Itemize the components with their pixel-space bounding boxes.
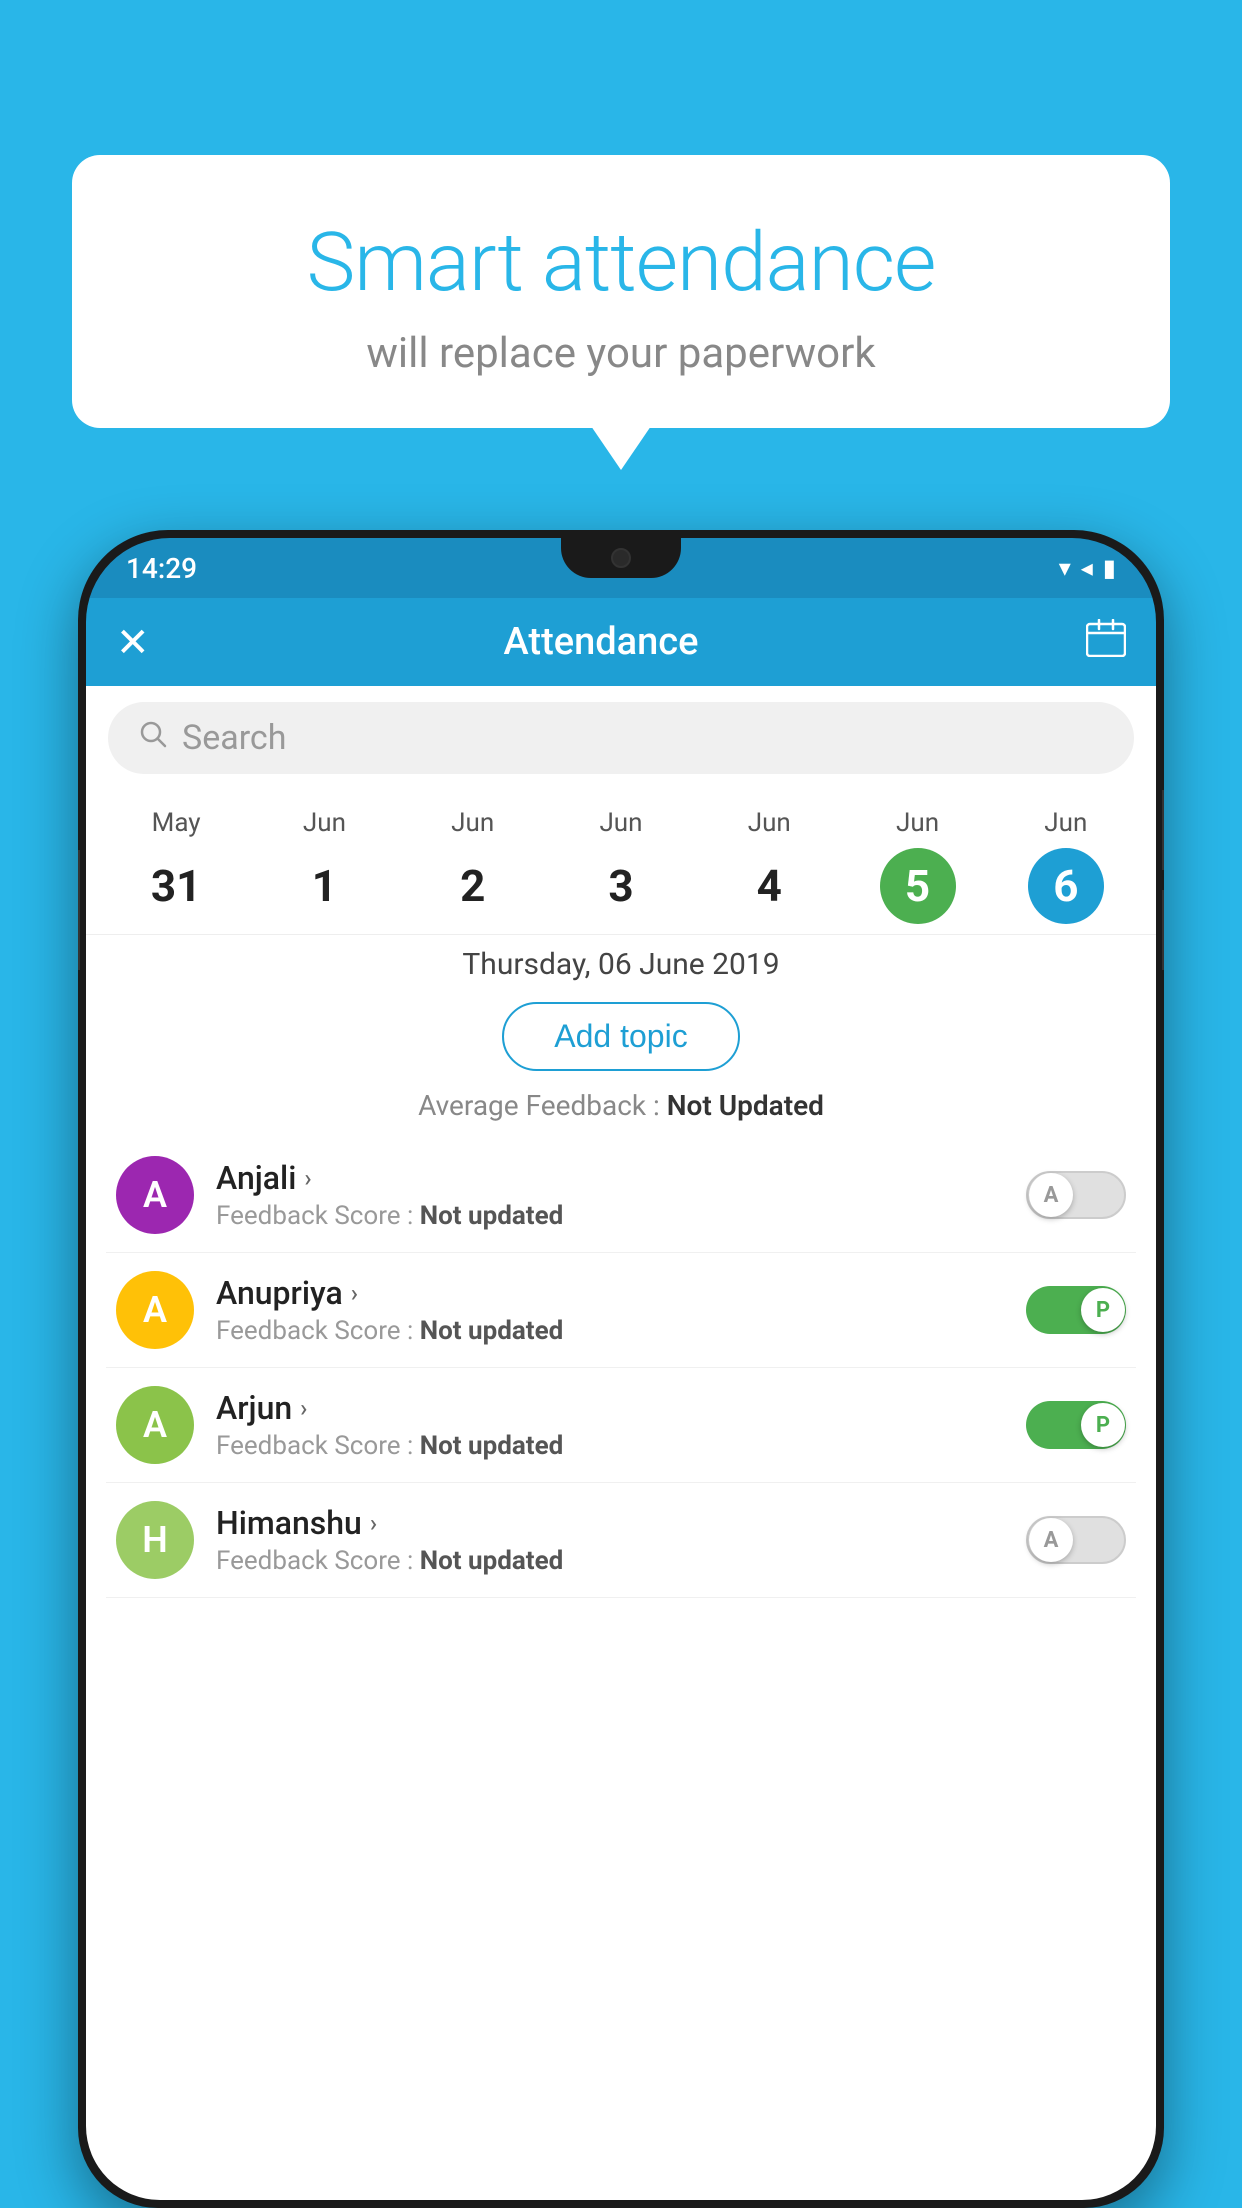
- date-col[interactable]: Jun 5: [880, 808, 956, 924]
- student-list: AAnjali ›Feedback Score : Not updatedAAA…: [86, 1138, 1156, 1598]
- day-number[interactable]: 5: [880, 848, 956, 924]
- month-label: May: [152, 808, 201, 838]
- signal-icon: ◂: [1081, 554, 1093, 582]
- toggle-knob: P: [1081, 1288, 1125, 1332]
- student-item[interactable]: AAnjali ›Feedback Score : Not updatedA: [106, 1138, 1136, 1253]
- feedback-score: Feedback Score : Not updated: [216, 1431, 1026, 1461]
- search-bar[interactable]: Search: [108, 702, 1134, 774]
- app-bar: ✕ Attendance: [86, 598, 1156, 686]
- wifi-icon: ▾: [1059, 554, 1071, 582]
- bubble-title: Smart attendance: [122, 215, 1120, 311]
- attendance-toggle[interactable]: P: [1026, 1401, 1126, 1449]
- phone-inner: 14:29 ▾ ◂ ▮ ✕ Attendance: [86, 538, 1156, 2200]
- side-button-left: [78, 850, 80, 970]
- day-number[interactable]: 1: [286, 848, 362, 924]
- feedback-value: Not updated: [420, 1201, 564, 1231]
- add-topic-button[interactable]: Add topic: [502, 1002, 739, 1071]
- screen-content: Search May 31 Jun 1 Jun 2 Jun 3 Jun 4 Jun 5 Jun 6 Thu…: [86, 686, 1156, 2200]
- feedback-score: Feedback Score : Not updated: [216, 1546, 1026, 1576]
- student-item[interactable]: A Arjun › Feedback Score : Not updated P: [106, 1368, 1136, 1483]
- status-time: 14:29: [126, 552, 197, 585]
- student-item[interactable]: H Himanshu › Feedback Score : Not updatedA: [106, 1483, 1136, 1598]
- feedback-value: Not updated: [420, 1546, 564, 1576]
- phone-frame: 14:29 ▾ ◂ ▮ ✕ Attendance: [78, 530, 1164, 2208]
- search-icon: [138, 719, 168, 757]
- side-button-right-top: [1162, 790, 1164, 870]
- student-name: Himanshu ›: [216, 1504, 1026, 1542]
- chevron-icon: ›: [304, 1164, 311, 1192]
- attendance-toggle[interactable]: A: [1026, 1516, 1126, 1564]
- chevron-icon: ›: [370, 1509, 377, 1537]
- attendance-toggle[interactable]: P: [1026, 1286, 1126, 1334]
- student-avatar: H: [116, 1501, 194, 1579]
- date-col[interactable]: Jun 2: [435, 808, 511, 924]
- calendar-strip: May 31 Jun 1 Jun 2 Jun 3 Jun 4 Jun 5 Jun 6: [86, 790, 1156, 934]
- student-avatar: A: [116, 1271, 194, 1349]
- student-name: Anupriya ›: [216, 1274, 1026, 1312]
- student-info: Anjali › Feedback Score : Not updated: [216, 1159, 1026, 1231]
- toggle-knob: P: [1081, 1403, 1125, 1447]
- attendance-toggle[interactable]: A: [1026, 1171, 1126, 1219]
- avg-feedback-value: Not Updated: [667, 1089, 824, 1122]
- date-col[interactable]: Jun 4: [731, 808, 807, 924]
- day-number[interactable]: 31: [138, 848, 214, 924]
- month-label: Jun: [599, 808, 642, 838]
- date-col[interactable]: May 31: [138, 808, 214, 924]
- day-number[interactable]: 2: [435, 848, 511, 924]
- speech-bubble: Smart attendance will replace your paper…: [72, 155, 1170, 428]
- search-input[interactable]: Search: [182, 718, 286, 758]
- chevron-icon: ›: [351, 1279, 358, 1307]
- feedback-score: Feedback Score : Not updated: [216, 1316, 1026, 1346]
- status-bar: 14:29 ▾ ◂ ▮: [86, 538, 1156, 598]
- month-label: Jun: [303, 808, 346, 838]
- toggle-knob: A: [1029, 1518, 1073, 1562]
- student-avatar: A: [116, 1156, 194, 1234]
- student-avatar: A: [116, 1386, 194, 1464]
- month-label: Jun: [451, 808, 494, 838]
- day-number[interactable]: 6: [1028, 848, 1104, 924]
- student-info: Anupriya › Feedback Score : Not updated: [216, 1274, 1026, 1346]
- student-item[interactable]: A Anupriya › Feedback Score : Not updated P: [106, 1253, 1136, 1368]
- chevron-icon: ›: [300, 1394, 307, 1422]
- student-name: Arjun ›: [216, 1389, 1026, 1427]
- avg-feedback-label: Average Feedback :: [418, 1089, 660, 1122]
- bubble-subtitle: will replace your paperwork: [122, 329, 1120, 378]
- feedback-value: Not updated: [420, 1316, 564, 1346]
- month-label: Jun: [1044, 808, 1087, 838]
- status-icons: ▾ ◂ ▮: [1059, 554, 1116, 582]
- student-info: Himanshu › Feedback Score : Not updated: [216, 1504, 1026, 1576]
- day-number[interactable]: 4: [731, 848, 807, 924]
- student-info: Arjun › Feedback Score : Not updated: [216, 1389, 1026, 1461]
- avg-feedback: Average Feedback : Not Updated: [86, 1089, 1156, 1122]
- toggle-knob: A: [1029, 1173, 1073, 1217]
- date-col[interactable]: Jun 3: [583, 808, 659, 924]
- date-col[interactable]: Jun 1: [286, 808, 362, 924]
- month-label: Jun: [748, 808, 791, 838]
- calendar-icon[interactable]: [1086, 619, 1126, 666]
- day-number[interactable]: 3: [583, 848, 659, 924]
- date-heading: Thursday, 06 June 2019: [86, 934, 1156, 998]
- date-col[interactable]: Jun 6: [1028, 808, 1104, 924]
- add-topic-container: Add topic: [86, 1002, 1156, 1071]
- app-title: Attendance: [116, 620, 1086, 664]
- month-label: Jun: [896, 808, 939, 838]
- front-camera: [611, 548, 631, 568]
- feedback-score: Feedback Score : Not updated: [216, 1201, 1026, 1231]
- notch: [561, 538, 681, 578]
- side-button-right-bottom: [1162, 890, 1164, 970]
- student-name: Anjali ›: [216, 1159, 1026, 1197]
- battery-icon: ▮: [1103, 554, 1116, 582]
- feedback-value: Not updated: [420, 1431, 564, 1461]
- search-bar-container: Search: [86, 686, 1156, 790]
